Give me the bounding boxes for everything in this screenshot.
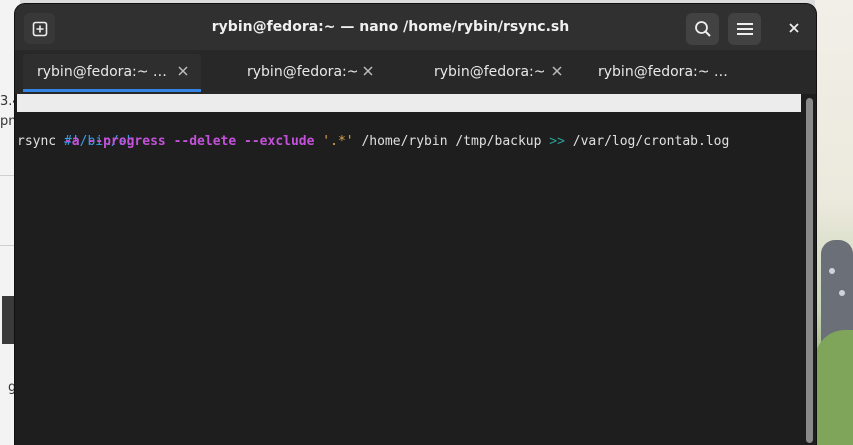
search-button[interactable] [686, 13, 719, 45]
option: --progress [87, 134, 166, 149]
tab-4[interactable]: rybin@fedora:~ … [587, 54, 777, 90]
scrollbar[interactable] [803, 94, 816, 445]
tab-close-icon[interactable] [361, 64, 375, 78]
source-path: /home/rybin [361, 134, 448, 149]
destination-path: /tmp/backup [455, 134, 542, 149]
tab-close-icon[interactable] [176, 64, 190, 78]
tab-1[interactable]: rybin@fedora:~ … [23, 54, 201, 92]
code-line-1: #!/bin/sh [17, 115, 134, 149]
new-tab-icon [32, 21, 47, 36]
redirect-operator: >> [549, 134, 565, 149]
option: --exclude [244, 134, 315, 149]
nano-editor[interactable]: GNU nano 6.4 /home/rybin/rsync.sh #!/bin… [15, 94, 803, 445]
close-window-button[interactable] [782, 16, 806, 40]
log-path: /var/log/crontab.log [572, 134, 730, 149]
title-bar: rybin@fedora:~ — nano /home/rybin/rsync.… [15, 4, 816, 50]
scrollbar-thumb[interactable] [806, 98, 813, 443]
option: --delete [173, 134, 237, 149]
terminal-window: rybin@fedora:~ — nano /home/rybin/rsync.… [15, 4, 816, 445]
wallpaper-hill [815, 330, 853, 445]
wallpaper-dot [829, 268, 835, 274]
window-title: rybin@fedora:~ — nano /home/rybin/rsync.… [211, 19, 570, 35]
option: -a [63, 134, 80, 149]
tab-close-icon[interactable] [550, 64, 564, 78]
exclude-pattern: '.*' [322, 134, 354, 149]
tab-label: rybin@fedora:~ [434, 64, 546, 80]
background-thumbnail [2, 296, 16, 344]
nano-header-bar: GNU nano 6.4 /home/rybin/rsync.sh [17, 94, 801, 146]
tab-label: rybin@fedora:~ [247, 64, 359, 80]
new-tab-button[interactable] [24, 13, 55, 44]
tab-label: rybin@fedora:~ … [37, 64, 167, 80]
tab-label: rybin@fedora:~ … [598, 64, 728, 80]
code-line-2: rsync -a --progress --delete --exclude '… [17, 133, 729, 151]
search-icon [694, 21, 711, 37]
tab-bar: rybin@fedora:~ … rybin@fedora:~ rybin@fe… [15, 50, 816, 120]
menu-button[interactable] [728, 13, 761, 45]
close-icon [789, 23, 799, 33]
tab-2[interactable]: rybin@fedora:~ [211, 54, 389, 90]
wallpaper-dot [839, 290, 845, 296]
hamburger-menu-icon [736, 23, 753, 35]
active-tab-indicator [23, 89, 201, 92]
command: rsync [17, 134, 57, 149]
background-wallpaper [815, 0, 853, 445]
tab-3[interactable]: rybin@fedora:~ [399, 54, 577, 90]
